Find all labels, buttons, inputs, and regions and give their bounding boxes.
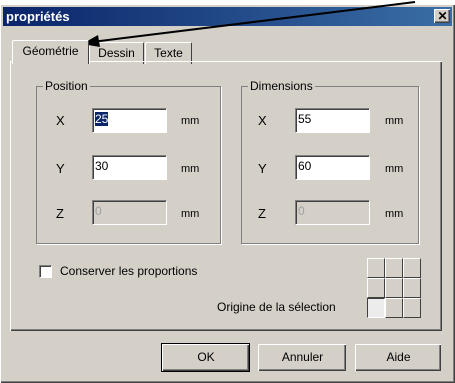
dimensions-z-unit: mm <box>385 208 404 220</box>
origin-cell-middle-center[interactable] <box>385 278 403 298</box>
dimensions-x-unit: mm <box>385 115 404 127</box>
dimensions-z-label: Z <box>258 206 266 221</box>
position-y-label: Y <box>56 161 65 176</box>
origin-cell-top-center[interactable] <box>385 258 403 278</box>
origin-cell-top-left[interactable] <box>367 258 385 278</box>
origin-selector-grid <box>367 258 421 318</box>
position-x-unit: mm <box>181 115 200 127</box>
origin-cell-middle-right[interactable] <box>403 278 421 298</box>
position-z-label: Z <box>56 206 64 221</box>
ok-button[interactable]: OK <box>161 343 250 372</box>
origin-cell-top-right[interactable] <box>403 258 421 278</box>
dimensions-group-label: Dimensions <box>248 79 315 93</box>
origin-cell-middle-left[interactable] <box>367 278 385 298</box>
position-x-label: X <box>56 113 65 128</box>
cancel-button[interactable]: Annuler <box>258 344 346 371</box>
help-button[interactable]: Aide <box>355 344 441 371</box>
position-y-unit: mm <box>181 163 200 175</box>
origin-label: Origine de la sélection <box>217 300 336 314</box>
tab-geometrie[interactable]: Géométrie <box>12 40 89 64</box>
dimensions-y-field[interactable]: 60 <box>295 155 370 180</box>
window-title: propriétés <box>6 9 70 24</box>
keep-proportions-checkbox[interactable] <box>39 265 52 278</box>
position-z-field: 0 <box>92 200 167 225</box>
dimensions-z-field: 0 <box>295 200 370 225</box>
position-z-unit: mm <box>181 208 200 220</box>
dimensions-y-unit: mm <box>385 163 404 175</box>
close-icon[interactable]: ✕ <box>434 9 450 23</box>
origin-cell-bottom-center[interactable] <box>385 298 403 318</box>
position-y-field[interactable]: 30 <box>92 155 167 180</box>
origin-cell-bottom-left[interactable] <box>367 298 385 318</box>
dimensions-x-field[interactable]: 55 <box>295 108 370 133</box>
dimensions-x-label: X <box>258 113 267 128</box>
title-bar: propriétés ✕ <box>3 7 452 26</box>
position-group-label: Position <box>43 79 90 93</box>
dimensions-y-label: Y <box>258 161 267 176</box>
origin-cell-bottom-right[interactable] <box>403 298 421 318</box>
position-x-field[interactable]: 25 <box>92 108 167 133</box>
keep-proportions-label[interactable]: Conserver les proportions <box>60 264 197 278</box>
